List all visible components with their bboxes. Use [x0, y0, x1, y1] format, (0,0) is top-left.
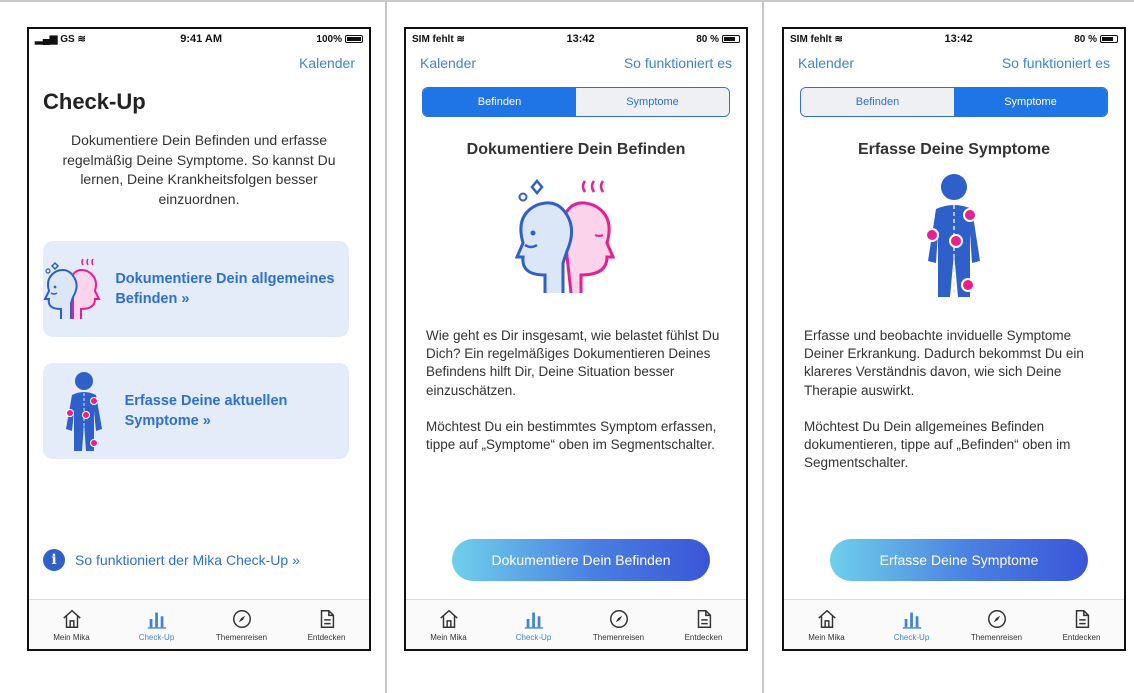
- tab-label: Entdecken: [1062, 632, 1101, 642]
- carrier-label: SIM fehlt ≋: [790, 33, 843, 45]
- tab-label: Check-Up: [893, 632, 930, 642]
- section-title: Dokumentiere Dein Befinden: [466, 141, 686, 158]
- carrier-label: ▂▄▆ GS ≋: [35, 33, 86, 45]
- status-bar: ▂▄▆ GS ≋ 9:41 AM 100%: [29, 29, 369, 49]
- card-record-symptoms[interactable]: Erfasse Deine aktuellen Symptome »: [43, 363, 349, 459]
- tab-label: Mein Mika: [808, 632, 845, 642]
- column-divider: [385, 0, 387, 693]
- tab-mein-mika[interactable]: Mein Mika: [406, 600, 491, 649]
- description-paragraph: Wie geht es Dir insgesamt, wie belastet …: [426, 328, 720, 398]
- segment-symptome[interactable]: Symptome: [954, 88, 1107, 116]
- tab-entdecken[interactable]: Entdecken: [1039, 600, 1124, 649]
- status-bar: SIM fehlt ≋ 13:42 80 %: [406, 29, 746, 49]
- compass-icon: [609, 609, 628, 628]
- how-it-works-link[interactable]: i So funktioniert der Mika Check-Up »: [43, 549, 359, 571]
- description-paragraph: Erfasse und beobachte inviduelle Symptom…: [804, 328, 1084, 398]
- section-title: Erfasse Deine Symptome: [857, 141, 1051, 158]
- tab-label: Check-Up: [515, 632, 552, 642]
- tab-label: Check-Up: [138, 632, 175, 642]
- tab-themenreisen[interactable]: Themenreisen: [199, 600, 284, 649]
- nav-bar: Kalender So funktioniert es: [406, 49, 746, 77]
- info-icon: i: [43, 549, 65, 571]
- status-bar: SIM fehlt ≋ 13:42 80 %: [784, 29, 1124, 49]
- battery-icon: [1100, 34, 1118, 43]
- how-it-works-nav-link[interactable]: So funktioniert es: [1002, 55, 1110, 71]
- body-symptoms-illustration: [784, 171, 1124, 301]
- tab-themenreisen[interactable]: Themenreisen: [954, 600, 1039, 649]
- card-symptoms-label: Erfasse Deine aktuellen Symptome »: [124, 392, 288, 429]
- calendar-link[interactable]: Kalender: [798, 55, 854, 71]
- segmented-control: Befinden Symptome: [422, 87, 730, 117]
- house-icon: [62, 609, 81, 628]
- tab-mein-mika[interactable]: Mein Mika: [784, 600, 869, 649]
- bar-chart-icon: [147, 612, 166, 629]
- status-time: 13:42: [566, 33, 595, 45]
- hint-paragraph: Möchtest Du Dein allgemeines Befinden do…: [804, 418, 1071, 471]
- battery-status: 80 %: [1074, 34, 1118, 45]
- tab-bar: Mein Mika Check-Up Themenreisen Entdecke…: [29, 599, 369, 649]
- phone-screen-checkup-overview: ▂▄▆ GS ≋ 9:41 AM 100% Kalender Check-Up …: [27, 27, 371, 651]
- status-time: 13:42: [944, 33, 973, 45]
- intro-text: Dokumentiere Dein Befinden und erfasse r…: [62, 132, 336, 207]
- carrier-label: SIM fehlt ≋: [412, 33, 465, 45]
- faces-illustration: [406, 171, 746, 301]
- house-icon: [439, 609, 458, 628]
- document-icon: [320, 609, 334, 628]
- column-divider: [762, 0, 764, 693]
- compass-icon: [987, 609, 1006, 628]
- hint-paragraph: Möchtest Du ein bestimmtes Symptom erfas…: [426, 418, 717, 453]
- tab-label: Mein Mika: [430, 632, 467, 642]
- tab-check-up[interactable]: Check-Up: [491, 600, 576, 649]
- calendar-link[interactable]: Kalender: [299, 55, 355, 71]
- calendar-link[interactable]: Kalender: [420, 55, 476, 71]
- tab-entdecken[interactable]: Entdecken: [284, 600, 369, 649]
- battery-status: 100%: [316, 34, 363, 45]
- tab-label: Themenreisen: [592, 632, 645, 642]
- tab-label: Themenreisen: [970, 632, 1023, 642]
- phone-screen-befinden: SIM fehlt ≋ 13:42 80 % Kalender So funkt…: [404, 27, 748, 651]
- segmented-control: Befinden Symptome: [800, 87, 1108, 117]
- document-icon: [697, 609, 711, 628]
- card-wellbeing-label: Dokumentiere Dein allgemeines Befinden »: [115, 270, 335, 307]
- page-title: Check-Up: [43, 89, 146, 114]
- document-icon: [1075, 609, 1089, 628]
- bar-chart-icon: [902, 612, 921, 629]
- description: Erfasse und beobachte inviduelle Symptom…: [784, 327, 1124, 473]
- battery-status: 80 %: [696, 34, 740, 45]
- tab-bar: Mein Mika Check-Up Themenreisen Entdecke…: [406, 599, 746, 649]
- tab-mein-mika[interactable]: Mein Mika: [29, 600, 114, 649]
- nav-bar: Kalender So funktioniert es: [784, 49, 1124, 77]
- record-symptoms-button[interactable]: Erfasse Deine Symptome: [830, 539, 1088, 581]
- tab-label: Entdecken: [307, 632, 346, 642]
- body-symptoms-icon: [43, 369, 125, 453]
- tab-check-up[interactable]: Check-Up: [869, 600, 954, 649]
- compass-icon: [232, 609, 251, 628]
- how-it-works-nav-link[interactable]: So funktioniert es: [624, 55, 732, 71]
- tab-check-up[interactable]: Check-Up: [114, 600, 199, 649]
- segment-symptome[interactable]: Symptome: [576, 88, 729, 116]
- phone-screen-symptome: SIM fehlt ≋ 13:42 80 % Kalender So funkt…: [782, 27, 1126, 651]
- tab-bar: Mein Mika Check-Up Themenreisen Entdecke…: [784, 599, 1124, 649]
- tab-label: Mein Mika: [53, 632, 90, 642]
- house-icon: [817, 609, 836, 628]
- tab-label: Entdecken: [684, 632, 723, 642]
- card-document-wellbeing[interactable]: Dokumentiere Dein allgemeines Befinden »: [43, 241, 349, 337]
- tab-themenreisen[interactable]: Themenreisen: [576, 600, 661, 649]
- bar-chart-icon: [524, 612, 543, 629]
- segment-befinden[interactable]: Befinden: [801, 88, 954, 116]
- nav-bar: Kalender: [29, 49, 369, 77]
- battery-icon: [344, 34, 363, 43]
- segment-befinden[interactable]: Befinden: [423, 88, 576, 116]
- description: Wie geht es Dir insgesamt, wie belastet …: [406, 327, 746, 454]
- document-wellbeing-button[interactable]: Dokumentiere Dein Befinden: [452, 539, 710, 581]
- how-it-works-label: So funktioniert der Mika Check-Up »: [75, 552, 300, 568]
- tab-label: Themenreisen: [215, 632, 268, 642]
- tab-entdecken[interactable]: Entdecken: [661, 600, 746, 649]
- status-time: 9:41 AM: [180, 33, 223, 45]
- faces-icon: [43, 253, 115, 325]
- battery-icon: [722, 34, 740, 43]
